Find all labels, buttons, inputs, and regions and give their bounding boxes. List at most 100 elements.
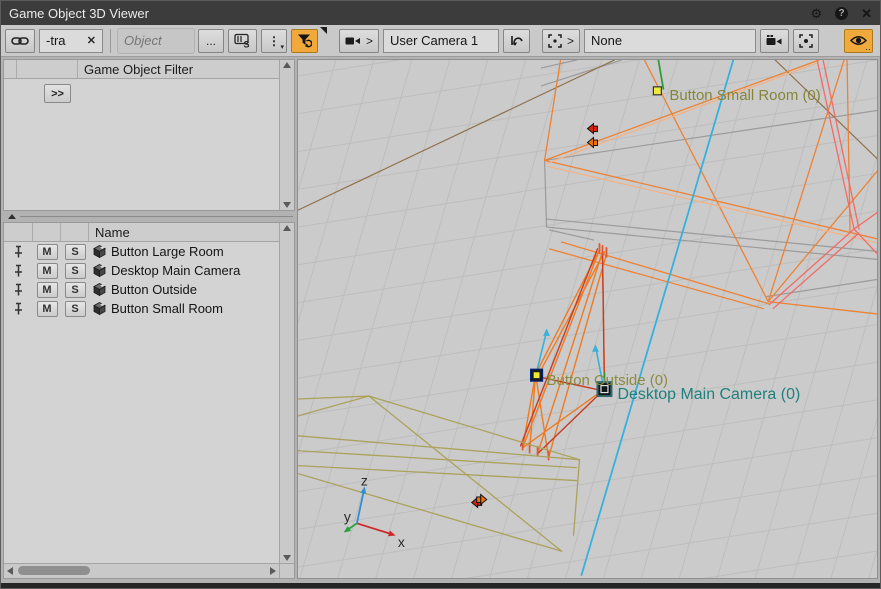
scroll-left-icon[interactable] <box>7 567 13 575</box>
game-object-cube-icon <box>93 283 106 296</box>
object-row[interactable]: M S Button Outside <box>4 280 279 299</box>
reset-camera-button[interactable] <box>503 29 530 53</box>
camera-icon <box>345 35 361 47</box>
olive-box <box>574 460 580 536</box>
speaker-marker[interactable] <box>477 497 481 502</box>
speaker-marker[interactable] <box>588 138 594 148</box>
filter-panel-vscrollbar[interactable] <box>279 60 294 210</box>
grid-line <box>641 60 791 578</box>
orange-room <box>545 60 820 160</box>
green-line <box>658 60 663 89</box>
sequencer-button[interactable]: S <box>228 29 257 53</box>
collapse-up-icon[interactable] <box>8 214 16 219</box>
clear-filter-icon[interactable]: ✕ <box>87 34 96 47</box>
pin-icon[interactable] <box>4 302 33 316</box>
s-toggle-button[interactable]: S <box>65 282 86 298</box>
m-toggle-button[interactable]: M <box>37 301 58 317</box>
object-handle-marker[interactable] <box>533 372 540 379</box>
scroll-up-icon[interactable] <box>283 225 291 231</box>
gray-wireframe <box>547 219 877 252</box>
frustum-red <box>521 249 598 446</box>
camera-picker-button[interactable]: > <box>339 29 379 53</box>
pin-icon[interactable] <box>4 264 33 278</box>
object-row[interactable]: M S Button Large Room <box>4 242 279 261</box>
eye-dots-icon: ‥ <box>865 42 870 53</box>
title-bar: Game Object 3D Viewer ⚙ ? ✕ <box>1 1 880 25</box>
settings-gear-icon[interactable]: ⚙ <box>810 7 822 20</box>
m-toggle-button[interactable]: M <box>37 244 58 260</box>
object-search-input[interactable] <box>118 29 194 53</box>
m-toggle-button[interactable]: M <box>37 282 58 298</box>
grid-line <box>300 60 450 578</box>
axis-z-line <box>357 491 364 524</box>
game-object-3d-viewer-window: Game Object 3D Viewer ⚙ ? ✕ -tra ✕ ... <box>0 0 881 589</box>
visibility-button[interactable]: ‥ <box>844 29 873 53</box>
viewport-3d[interactable]: Button Small Room (0)Button Outside (0)D… <box>297 59 878 579</box>
object-handle-marker[interactable] <box>653 87 661 95</box>
panel-splitter[interactable] <box>3 211 295 222</box>
hscroll-thumb[interactable] <box>18 566 90 575</box>
scrollbar-corner <box>279 563 294 578</box>
grid-line <box>298 136 877 227</box>
name-column-header[interactable]: Name <box>89 223 279 241</box>
filter-header-spacer-2 <box>17 60 78 78</box>
grid-line <box>298 60 336 578</box>
cyan-arrows <box>537 335 546 372</box>
object-label[interactable]: Button Small Room (0) <box>669 87 820 104</box>
pin-icon[interactable] <box>4 245 33 259</box>
target-name-field[interactable]: None <box>584 29 756 53</box>
s-toggle-button[interactable]: S <box>65 263 86 279</box>
funnel-icon <box>297 33 312 48</box>
s-toggle-button[interactable]: S <box>65 244 86 260</box>
object-rows: M S Button Large Room M S <box>4 242 279 563</box>
funnel-corner-marker <box>320 27 327 34</box>
object-name: Button Outside <box>111 282 197 297</box>
speaker-marker[interactable] <box>593 126 597 131</box>
frame-selection-button[interactable] <box>793 29 819 53</box>
scroll-right-icon[interactable] <box>270 567 276 575</box>
kebab-menu-icon: ⋮ <box>268 34 280 48</box>
expand-filter-button[interactable]: >> <box>44 84 71 103</box>
axis-z-label: z <box>361 473 368 489</box>
grid-line <box>298 60 412 578</box>
main-area: Game Object Filter >> <box>1 57 880 581</box>
name-filter-value: -tra <box>46 33 66 48</box>
object-row[interactable]: M S Button Small Room <box>4 299 279 318</box>
object-label[interactable]: Desktop Main Camera (0) <box>617 386 800 403</box>
camera-name-field[interactable]: User Camera 1 <box>383 29 499 53</box>
look-through-camera-button[interactable] <box>760 29 789 53</box>
frustum-orange <box>523 250 600 448</box>
link-button[interactable] <box>5 29 35 53</box>
more-options-button[interactable]: ... <box>198 29 224 53</box>
scroll-down-icon[interactable] <box>283 202 291 208</box>
svg-text:S: S <box>244 40 250 49</box>
menu-caret-icon: ▾ <box>280 44 284 51</box>
s-toggle-button[interactable]: S <box>65 301 86 317</box>
filter-toggle-button[interactable] <box>291 29 318 53</box>
pin-icon[interactable] <box>4 283 33 297</box>
grid-line <box>298 211 877 302</box>
game-object-filter-panel: Game Object Filter >> <box>3 59 295 211</box>
name-filter-input[interactable]: -tra ✕ <box>39 29 103 53</box>
scroll-down-icon[interactable] <box>283 555 291 561</box>
speaker-marker[interactable] <box>593 140 597 145</box>
menu-button[interactable]: ⋮ ▾ <box>261 29 287 53</box>
objects-hscrollbar[interactable] <box>4 563 279 578</box>
cyan-line <box>582 60 734 575</box>
close-icon[interactable]: ✕ <box>861 7 872 20</box>
orange-room <box>550 249 764 309</box>
filter-panel-body[interactable]: >> <box>4 79 279 210</box>
objects-vscrollbar[interactable] <box>279 223 294 563</box>
target-picker-button[interactable]: > <box>542 29 580 53</box>
link-icon <box>11 35 29 47</box>
object-row[interactable]: M S Desktop Main Camera <box>4 261 279 280</box>
target-name-value: None <box>591 33 622 48</box>
grid-line <box>338 60 488 578</box>
help-icon[interactable]: ? <box>835 7 848 20</box>
speaker-marker[interactable] <box>588 124 594 134</box>
object-name: Button Large Room <box>111 244 224 259</box>
m-toggle-button[interactable]: M <box>37 263 58 279</box>
speaker-marker[interactable] <box>481 494 487 504</box>
scroll-up-icon[interactable] <box>283 62 291 68</box>
viewport-canvas[interactable]: Button Small Room (0)Button Outside (0)D… <box>298 60 877 578</box>
